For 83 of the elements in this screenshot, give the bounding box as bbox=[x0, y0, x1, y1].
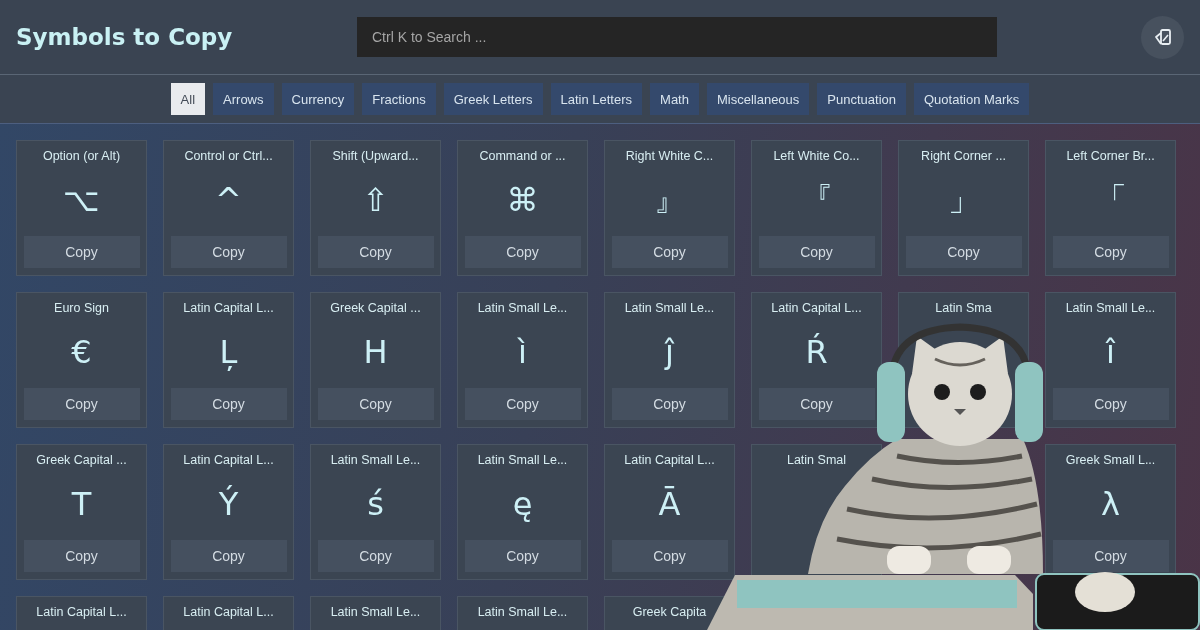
copy-button[interactable]: Copy bbox=[758, 388, 875, 420]
copy-button[interactable]: Copy bbox=[23, 388, 140, 420]
copy-button[interactable]: Copy bbox=[317, 540, 434, 572]
symbol-glyph: λ bbox=[1101, 484, 1120, 525]
symbol-glyph: Ý bbox=[218, 484, 239, 525]
filter-tab[interactable]: Punctuation bbox=[817, 83, 906, 115]
copy-button[interactable]: Copy bbox=[464, 236, 581, 268]
symbol-name: Latin Capital L... bbox=[183, 605, 274, 621]
filter-tab[interactable]: Latin Letters bbox=[550, 83, 643, 115]
symbol-name: Latin Sma bbox=[935, 301, 992, 317]
symbol-name: Left White Co... bbox=[773, 149, 860, 165]
copy-button[interactable]: Copy bbox=[1052, 540, 1169, 572]
symbol-name: Greek Capital ... bbox=[36, 453, 127, 469]
copy-button[interactable]: Copy bbox=[611, 388, 728, 420]
symbol-name: Latin Capital L... bbox=[36, 605, 127, 621]
copy-button[interactable]: Copy bbox=[464, 388, 581, 420]
symbol-glyph: ì bbox=[518, 332, 527, 373]
copy-button[interactable]: Copy bbox=[170, 540, 287, 572]
symbol-name: Euro Sign bbox=[54, 301, 109, 317]
symbol-name: Latin Small Le... bbox=[1065, 301, 1156, 317]
symbol-glyph: ⇧ bbox=[362, 180, 389, 221]
site-title[interactable]: Symbols to Copy bbox=[16, 24, 357, 50]
symbol-glyph: Η bbox=[363, 332, 388, 373]
symbol-glyph: 『 bbox=[800, 179, 833, 220]
symbol-name: Latin Small Le... bbox=[477, 453, 568, 469]
symbol-name: Option (or Alt) bbox=[42, 149, 121, 165]
theme-toggle-button[interactable] bbox=[1141, 15, 1184, 59]
symbol-name: Greek Small L... bbox=[1065, 453, 1156, 469]
copy-button[interactable]: Copy bbox=[758, 236, 875, 268]
copy-button[interactable]: Copy bbox=[23, 236, 140, 268]
copy-button[interactable]: Copy bbox=[905, 236, 1022, 268]
symbol-name: Command or ... bbox=[479, 149, 566, 165]
symbol-name: Latin Small Le... bbox=[477, 605, 568, 621]
symbol-name: Greek Capital ... bbox=[330, 301, 421, 317]
copy-button[interactable]: Copy bbox=[317, 388, 434, 420]
copy-button[interactable]: Copy bbox=[170, 388, 287, 420]
symbol-glyph: Ŕ bbox=[805, 332, 828, 373]
symbol-glyph: Ā bbox=[658, 484, 681, 525]
symbol-glyph: ś bbox=[367, 484, 384, 525]
symbol-name: Control or Ctrl... bbox=[184, 149, 273, 165]
symbol-glyph: 」 bbox=[947, 179, 980, 220]
symbol-name: Greek Capita bbox=[632, 605, 707, 621]
symbol-glyph: ⌘ bbox=[506, 180, 539, 221]
symbol-name: Latin Small Le... bbox=[330, 453, 421, 469]
filter-tab[interactable]: Quotation Marks bbox=[914, 83, 1030, 115]
copy-button[interactable]: Copy bbox=[23, 540, 140, 572]
filter-tab[interactable]: All bbox=[170, 83, 206, 115]
symbol-glyph: 「 bbox=[1094, 179, 1127, 220]
symbol-glyph: 』 bbox=[653, 179, 686, 220]
copy-button[interactable]: Copy bbox=[611, 236, 728, 268]
symbol-glyph: î bbox=[1106, 332, 1115, 373]
filter-tab[interactable]: Miscellaneous bbox=[706, 83, 810, 115]
symbol-glyph: ^ bbox=[215, 180, 242, 221]
copy-button[interactable]: Copy bbox=[464, 540, 581, 572]
symbol-name: Right Corner ... bbox=[921, 149, 1006, 165]
symbol-name: Right White C... bbox=[625, 149, 714, 165]
symbol-glyph: € bbox=[71, 332, 92, 373]
symbol-name: Left Corner Br... bbox=[1066, 149, 1155, 165]
copy-button[interactable]: Copy bbox=[1052, 236, 1169, 268]
symbol-glyph: ę bbox=[512, 484, 533, 525]
symbol-name: Latin Small Le... bbox=[624, 301, 715, 317]
filter-tab[interactable]: Arrows bbox=[213, 83, 274, 115]
filter-tab[interactable]: Math bbox=[650, 83, 699, 115]
copy-button[interactable]: Copy bbox=[317, 236, 434, 268]
filter-tab[interactable]: Currency bbox=[281, 83, 355, 115]
symbol-glyph: Τ bbox=[71, 484, 92, 525]
symbol-name: Latin Smal bbox=[786, 453, 847, 469]
symbol-name: Latin Capital L... bbox=[183, 453, 274, 469]
copy-button[interactable]: Copy bbox=[1052, 388, 1169, 420]
symbol-name: Latin Small Le... bbox=[477, 301, 568, 317]
copy-button[interactable]: Copy bbox=[611, 540, 728, 572]
filter-tab[interactable]: Greek Letters bbox=[443, 83, 543, 115]
symbol-glyph: ĵ bbox=[665, 332, 674, 373]
symbol-name: Latin Capital L... bbox=[624, 453, 715, 469]
symbol-name: Latin Capital L... bbox=[183, 301, 274, 317]
copy-button[interactable]: Copy bbox=[170, 236, 287, 268]
symbol-glyph: ⌥ bbox=[63, 180, 100, 221]
symbol-name: Latin Small Le... bbox=[330, 605, 421, 621]
symbol-name: Shift (Upward... bbox=[332, 149, 419, 165]
symbol-name: Latin Capital L... bbox=[771, 301, 862, 317]
filter-tab[interactable]: Fractions bbox=[362, 83, 436, 115]
symbol-glyph: Ļ bbox=[219, 332, 238, 373]
search-field[interactable]: Ctrl K to Search ... bbox=[357, 17, 997, 57]
